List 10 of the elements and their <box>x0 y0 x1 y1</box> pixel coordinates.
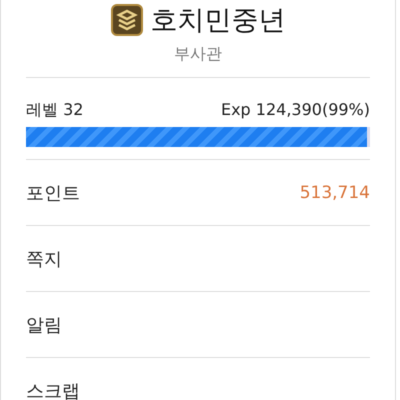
menu-item[interactable]: 쪽지 <box>26 246 62 270</box>
level-label: 레벨 32 <box>26 100 84 121</box>
user-name: 호치민중년 <box>150 4 286 38</box>
rank-title: 부사관 <box>174 44 222 65</box>
menu-item[interactable]: 스크랩 <box>26 378 80 400</box>
exp-label: Exp 124,390(99%) <box>220 100 370 121</box>
menu-item[interactable]: 포인트 <box>26 180 80 204</box>
rank-badge-icon <box>110 4 142 36</box>
menu-item[interactable]: 알림 <box>26 312 62 336</box>
menu-value: 513,714 <box>300 182 370 202</box>
